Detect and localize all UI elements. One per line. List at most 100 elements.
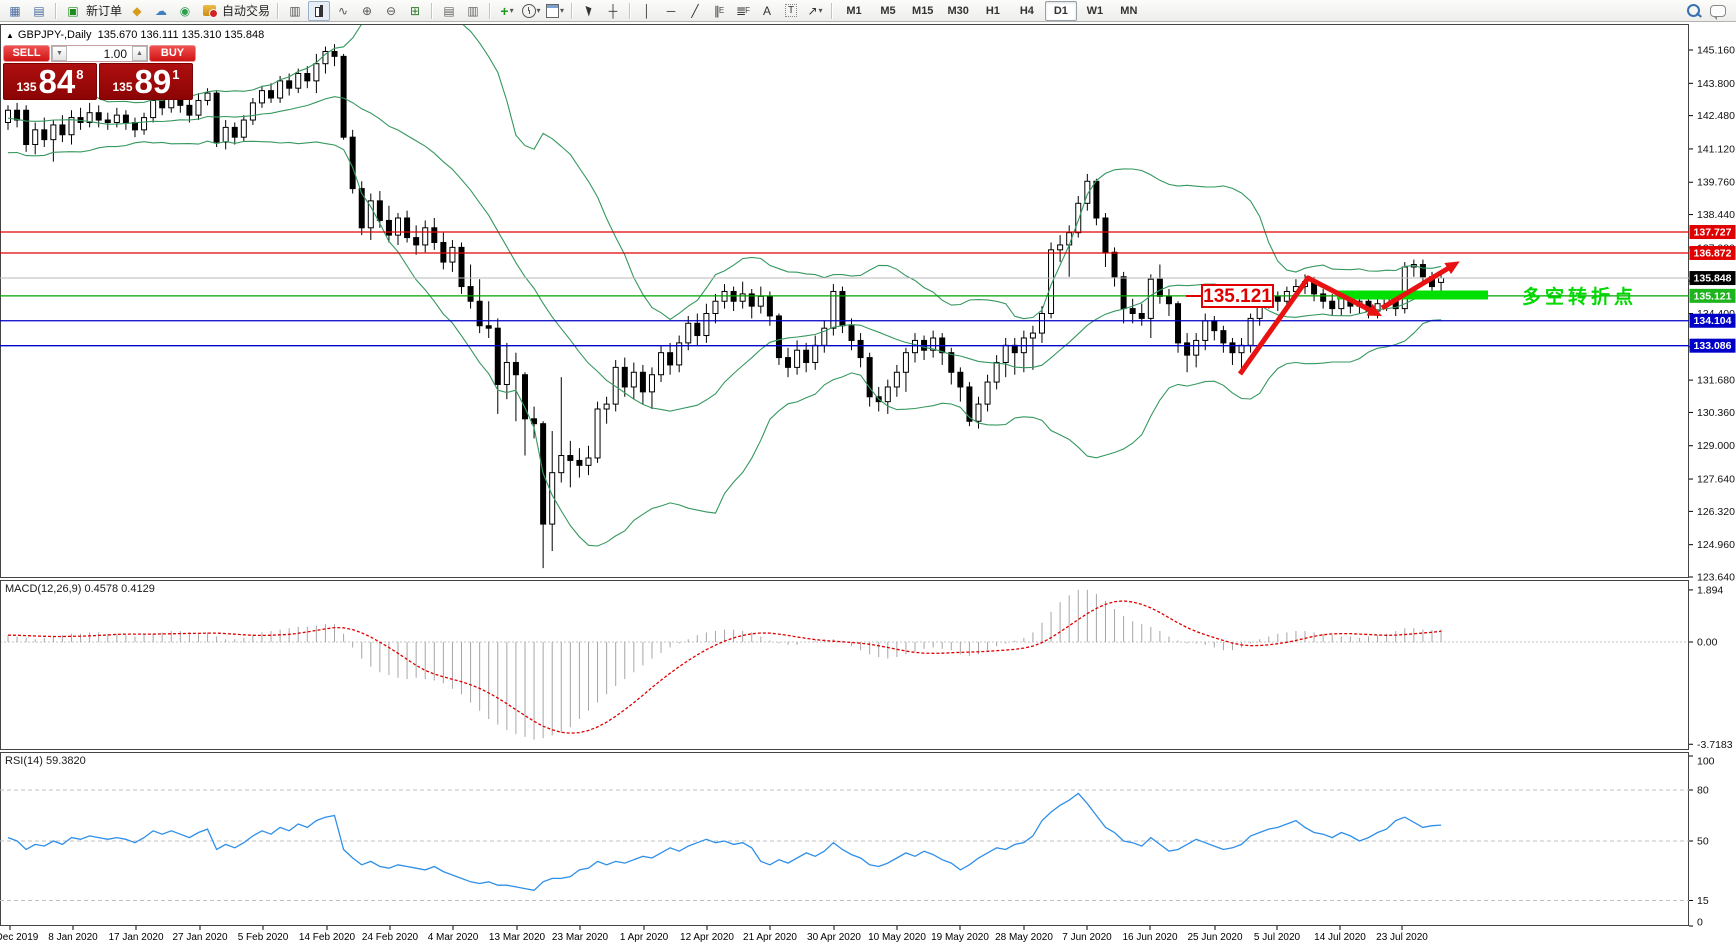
- timeframe-h4[interactable]: H4: [1011, 1, 1043, 21]
- date-tick-label: 7 Jun 2020: [1062, 932, 1112, 943]
- crosshair-icon[interactable]: ┼: [602, 1, 624, 21]
- sell-price-display[interactable]: 135848: [3, 63, 97, 100]
- date-tick-label: 25 Jun 2020: [1187, 932, 1242, 943]
- chart-canvas[interactable]: 135.121多空转折点145.160143.800142.480141.120…: [0, 0, 1736, 943]
- chevron-down-icon[interactable]: ▾: [537, 6, 541, 15]
- data-window-icon[interactable]: ▤: [438, 1, 460, 21]
- mt4-terminal-window: ▦▤▣新订单◆☁◉自动交易▥∿⊕⊖⊞▤▥+▾▾▾┼│─╱∥E≣FAT↗▾M1M5…: [0, 0, 1736, 943]
- price-tick-label: 123.640: [1697, 571, 1735, 583]
- buy-price-display[interactable]: 135891: [99, 63, 193, 100]
- chevron-down-icon[interactable]: ▾: [560, 6, 564, 15]
- community-icon[interactable]: ☁: [150, 1, 172, 21]
- template-icon[interactable]: ▾: [544, 1, 566, 21]
- date-tick-label: 5 Feb 2020: [238, 932, 289, 943]
- price-badge-text: 135.121: [1694, 290, 1732, 302]
- chevron-down-icon[interactable]: ▾: [819, 6, 823, 15]
- horizontal-line-icon[interactable]: ─: [660, 1, 682, 21]
- new-order-button[interactable]: ▣: [62, 1, 84, 21]
- strategy-window-icon[interactable]: ▥: [462, 1, 484, 21]
- sell-price-prefix: 135: [17, 80, 37, 94]
- price-annotation-text: 135.121: [1203, 286, 1272, 307]
- period-icon[interactable]: ▾: [520, 1, 542, 21]
- arrows-icon[interactable]: ↗▾: [804, 1, 826, 21]
- add-indicator-icon[interactable]: +▾: [496, 1, 518, 21]
- vertical-line-icon[interactable]: │: [636, 1, 658, 21]
- date-tick-label: 28 May 2020: [995, 932, 1053, 943]
- timeframe-d1[interactable]: D1: [1045, 1, 1077, 21]
- date-tick-label: 23 Mar 2020: [552, 932, 609, 943]
- chevron-down-icon[interactable]: ▾: [510, 6, 514, 15]
- timeframe-m30[interactable]: M30: [941, 1, 974, 21]
- candlestick-chart-icon[interactable]: [308, 1, 330, 21]
- bar-chart-icon[interactable]: ▥: [284, 1, 306, 21]
- cursor-icon[interactable]: [578, 1, 600, 21]
- buy-button[interactable]: BUY: [149, 45, 196, 62]
- buy-price-main: 89: [135, 65, 172, 98]
- volume-decrease-button[interactable]: ▼: [52, 46, 67, 61]
- date-tick-label: 10 May 2020: [868, 932, 926, 943]
- sell-button[interactable]: SELL: [3, 45, 50, 62]
- zoom-out-icon[interactable]: ⊖: [380, 1, 402, 21]
- market-icon[interactable]: ◆: [126, 1, 148, 21]
- rsi-value: 59.3820: [46, 755, 86, 767]
- toolbar-separator: [571, 3, 573, 19]
- timeframe-mn[interactable]: MN: [1113, 1, 1145, 21]
- chat-icon[interactable]: [1710, 5, 1726, 17]
- toolbar: ▦▤▣新订单◆☁◉自动交易▥∿⊕⊖⊞▤▥+▾▾▾┼│─╱∥E≣FAT↗▾M1M5…: [0, 0, 1736, 22]
- price-tick-label: 126.320: [1697, 506, 1735, 518]
- macd-tick-label: 0.00: [1697, 637, 1718, 649]
- price-tick-label: 141.120: [1697, 143, 1735, 155]
- price-tick-label: 142.480: [1697, 110, 1735, 122]
- trendline-icon[interactable]: ╱: [684, 1, 706, 21]
- price-badge-text: 133.086: [1694, 340, 1732, 352]
- date-tick-label: 19 May 2020: [931, 932, 989, 943]
- rsi-tick-label: 100: [1697, 756, 1715, 768]
- timeframe-h1[interactable]: H1: [977, 1, 1009, 21]
- line-chart-icon[interactable]: ∿: [332, 1, 354, 21]
- auto-trading-button: [203, 5, 216, 16]
- auto-trading-button-label[interactable]: 自动交易: [222, 2, 270, 19]
- volume-increase-button[interactable]: ▲: [132, 46, 147, 61]
- toolbar-separator: [431, 3, 433, 19]
- auto-trading-button[interactable]: [198, 1, 220, 21]
- timeframe-m15[interactable]: M15: [906, 1, 939, 21]
- volume-spinner: ▼ ▲: [51, 45, 148, 62]
- candlestick-chart-icon: [314, 5, 324, 17]
- price-tick-label: 124.960: [1697, 539, 1735, 551]
- timeframe-m1[interactable]: M1: [838, 1, 870, 21]
- price-tick-label: 139.760: [1697, 177, 1735, 189]
- label-icon[interactable]: T: [780, 1, 802, 21]
- price-tick-label: 131.680: [1697, 375, 1735, 387]
- toolbar-separator: [55, 3, 57, 19]
- date-tick-label: 8 Jan 2020: [48, 932, 98, 943]
- rsi-tick-label: 0: [1697, 917, 1703, 929]
- timeframe-m5[interactable]: M5: [872, 1, 904, 21]
- price-tick-label: 130.360: [1697, 407, 1735, 419]
- date-tick-label: 12 Apr 2020: [680, 932, 734, 943]
- date-tick-label: 5 Jul 2020: [1254, 932, 1301, 943]
- date-tick-label: 16 Jun 2020: [1122, 932, 1177, 943]
- buy-price-prefix: 135: [113, 80, 133, 94]
- zoom-in-icon[interactable]: ⊕: [356, 1, 378, 21]
- new-chart-icon[interactable]: ▦: [4, 1, 26, 21]
- channel-icon[interactable]: ∥E: [708, 1, 730, 21]
- price-badge-text: 134.104: [1694, 315, 1732, 327]
- symbol-title: GBPJPY-,Daily: [18, 29, 92, 41]
- buy-price-pip: 1: [172, 67, 179, 82]
- fibonacci-icon[interactable]: ≣F: [732, 1, 754, 21]
- toolbar-separator: [277, 3, 279, 19]
- search-icon[interactable]: [1687, 4, 1700, 17]
- text-icon[interactable]: A: [756, 1, 778, 21]
- volume-input[interactable]: [67, 46, 132, 61]
- date-tick-label: 30 Dec 2019: [0, 932, 39, 943]
- profiles-icon[interactable]: ▤: [28, 1, 50, 21]
- new-order-button-label[interactable]: 新订单: [86, 2, 122, 19]
- timeframe-w1[interactable]: W1: [1079, 1, 1111, 21]
- collapse-icon[interactable]: ▲: [6, 31, 14, 40]
- symbol-header: ▲GBPJPY-,Daily 135.670 136.111 135.310 1…: [6, 29, 264, 41]
- cursor-icon: [585, 4, 593, 16]
- template-icon: [546, 4, 559, 18]
- tile-windows-icon[interactable]: ⊞: [404, 1, 426, 21]
- price-tick-label: 129.000: [1697, 440, 1735, 452]
- signals-icon[interactable]: ◉: [174, 1, 196, 21]
